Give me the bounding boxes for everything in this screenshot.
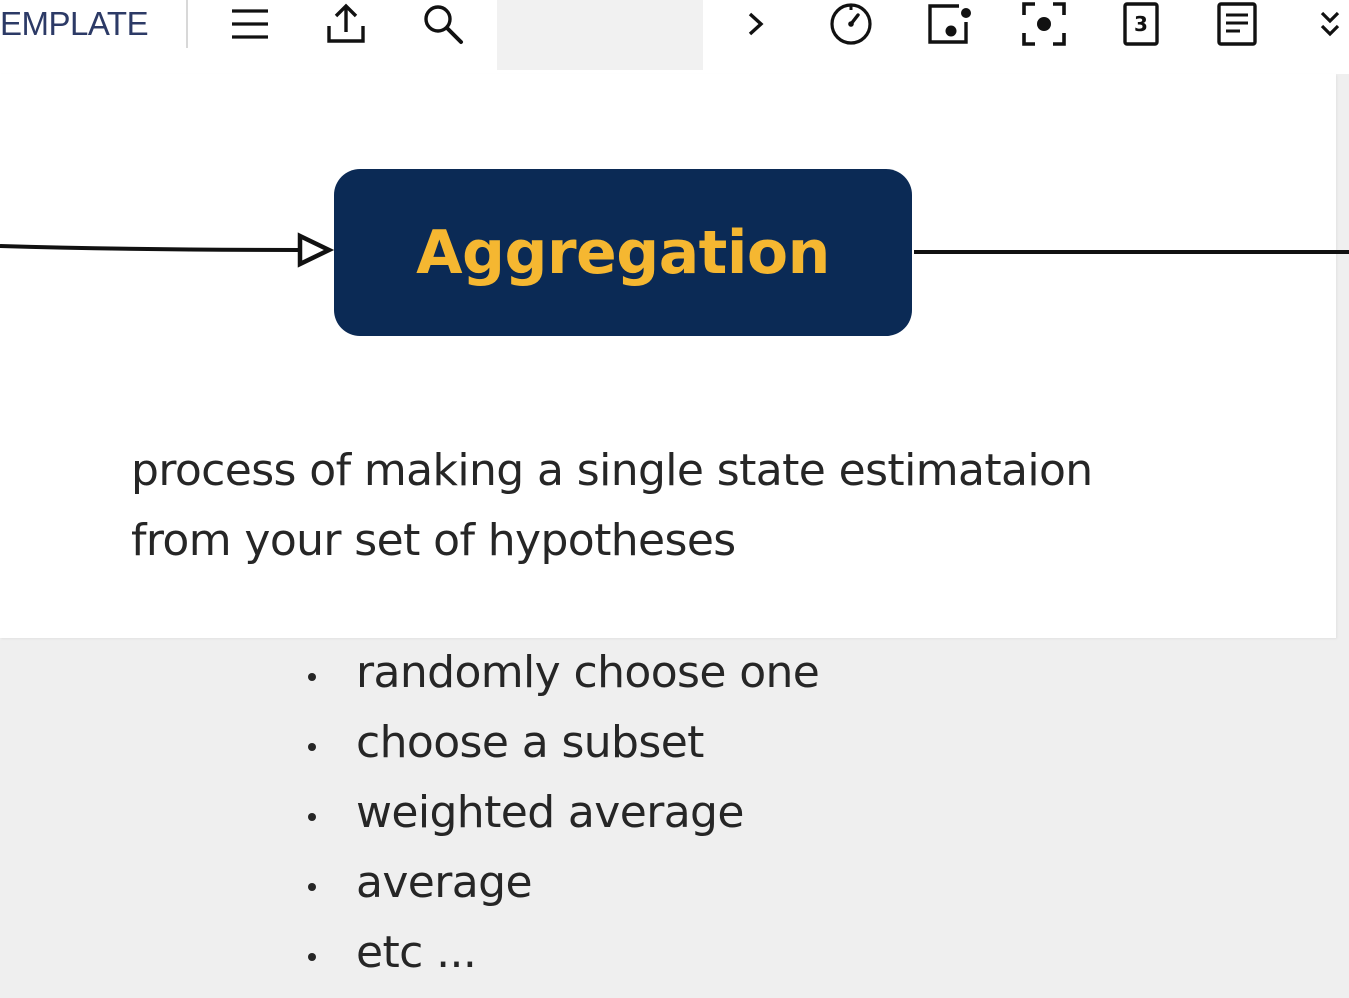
timer-button[interactable] bbox=[825, 0, 877, 48]
list-item: etc ... bbox=[300, 918, 819, 988]
record-button[interactable] bbox=[922, 0, 974, 48]
share-icon bbox=[327, 3, 365, 43]
menu-icon bbox=[232, 9, 268, 39]
bullet-icon bbox=[308, 883, 316, 891]
list-item: average bbox=[300, 848, 819, 918]
bullet-icon bbox=[308, 953, 316, 961]
page: EMPLATE 3 Aggregation process of making … bbox=[0, 0, 1349, 998]
stopwatch-icon bbox=[830, 3, 872, 45]
aggregation-node: Aggregation bbox=[334, 169, 912, 336]
next-button[interactable] bbox=[729, 0, 781, 48]
share-button[interactable] bbox=[320, 0, 372, 48]
chevron-right-icon bbox=[748, 12, 764, 36]
description-line: from your set of hypotheses bbox=[131, 515, 736, 566]
chevron-down-icon bbox=[1320, 11, 1339, 37]
aggregation-node-label: Aggregation bbox=[416, 217, 830, 288]
search-icon bbox=[424, 5, 463, 44]
toolbar-divider bbox=[186, 0, 188, 48]
page-number-button[interactable]: 3 bbox=[1115, 0, 1167, 48]
slide-description: process of making a single state estimat… bbox=[131, 436, 1231, 576]
list-item-text: choose a subset bbox=[356, 717, 704, 768]
page-number-label: 3 bbox=[1134, 12, 1148, 36]
more-button[interactable] bbox=[1310, 0, 1349, 48]
bullet-icon bbox=[308, 743, 316, 751]
slide: Aggregation process of making a single s… bbox=[0, 74, 1349, 638]
list-item-text: weighted average bbox=[356, 787, 744, 838]
document-title: EMPLATE bbox=[0, 5, 149, 42]
list-item-text: randomly choose one bbox=[356, 647, 820, 698]
description-line: process of making a single state estimat… bbox=[131, 445, 1093, 496]
notes-icon bbox=[1217, 2, 1257, 46]
method-list: randomly choose one choose a subset weig… bbox=[300, 638, 820, 988]
incoming-arrowhead bbox=[297, 232, 335, 268]
search-button[interactable] bbox=[417, 0, 469, 48]
focus-button[interactable] bbox=[1018, 0, 1070, 48]
list-item: randomly choose one bbox=[300, 638, 820, 708]
incoming-arrow-line bbox=[0, 244, 301, 252]
bullet-icon bbox=[308, 673, 316, 681]
record-icon bbox=[928, 4, 971, 44]
bullet-icon bbox=[308, 813, 316, 821]
notes-button[interactable] bbox=[1211, 0, 1263, 48]
toolbar-empty-slot bbox=[497, 0, 703, 70]
focus-icon bbox=[1022, 2, 1066, 46]
list-item-text: average bbox=[356, 857, 533, 908]
menu-button[interactable] bbox=[224, 0, 276, 48]
list-item: choose a subset bbox=[300, 708, 819, 778]
list-item: weighted average bbox=[300, 778, 819, 848]
toolbar: EMPLATE 3 bbox=[0, 0, 1349, 74]
list-item-text: etc ... bbox=[356, 927, 477, 978]
